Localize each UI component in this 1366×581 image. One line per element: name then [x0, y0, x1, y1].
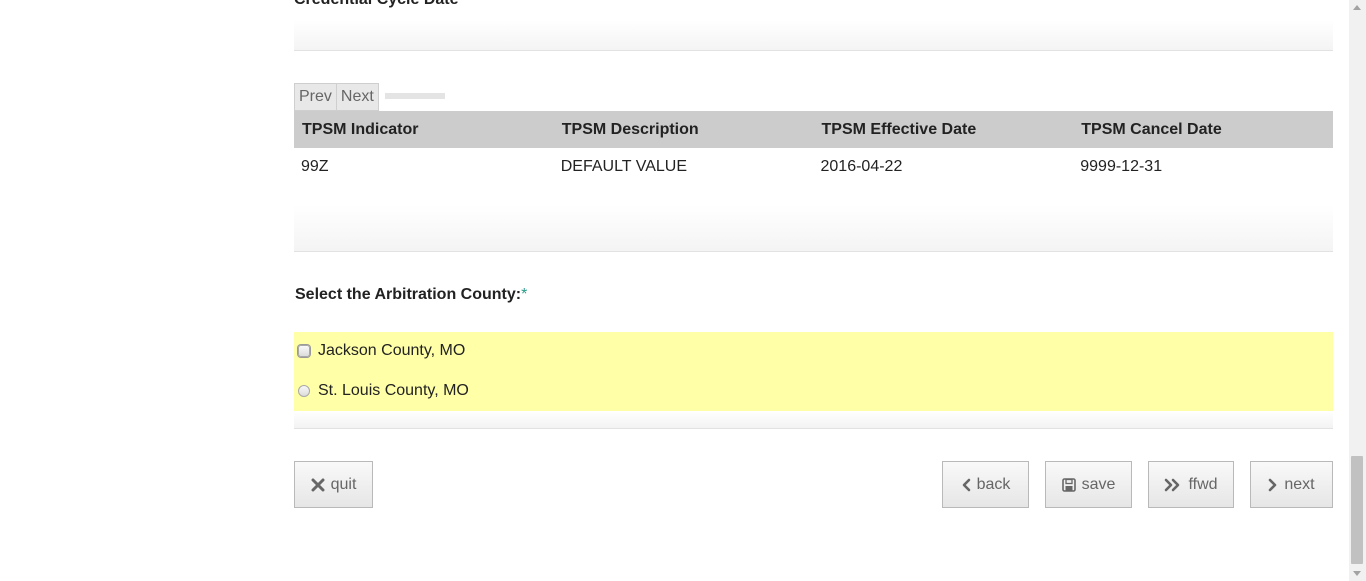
- ffwd-button[interactable]: ffwd: [1148, 461, 1234, 508]
- jackson-county-radio[interactable]: [298, 345, 310, 357]
- next-button-label: next: [1284, 475, 1315, 493]
- cell-tpsm-effective-date: 2016-04-22: [820, 158, 903, 175]
- arbitration-county-label-text: Select the Arbitration County:: [295, 286, 522, 303]
- save-button[interactable]: save: [1045, 461, 1132, 508]
- scrollbar-thumb[interactable]: [1351, 456, 1363, 564]
- next-button[interactable]: next: [1250, 461, 1333, 508]
- pager-scroll-track[interactable]: [384, 93, 445, 99]
- section-title-cut-off: Credential Cycle Date: [294, 0, 459, 9]
- page-scrollbar[interactable]: [1349, 0, 1366, 581]
- close-x-icon: [311, 478, 325, 492]
- main-content: Credential Cycle Date Prev Next TPSM Ind…: [294, 0, 1333, 581]
- floppy-disk-icon: [1061, 477, 1076, 492]
- back-button[interactable]: back: [942, 461, 1029, 508]
- jackson-county-label[interactable]: Jackson County, MO: [318, 342, 465, 360]
- table-header-row: TPSM Indicator TPSM Description TPSM Eff…: [294, 111, 1333, 148]
- table-row: 99Z DEFAULT VALUE 2016-04-22 9999-12-31: [294, 148, 1333, 186]
- required-asterisk: *: [521, 286, 528, 303]
- column-header-tpsm-description: TPSM Description: [553, 111, 814, 148]
- cell-tpsm-description: DEFAULT VALUE: [560, 158, 688, 175]
- tpsm-table: TPSM Indicator TPSM Description TPSM Eff…: [294, 111, 1333, 186]
- cell-tpsm-indicator: 99Z: [301, 158, 329, 175]
- column-header-tpsm-cancel-date: TPSM Cancel Date: [1073, 111, 1333, 148]
- st-louis-county-label[interactable]: St. Louis County, MO: [318, 382, 469, 400]
- scroll-up-arrow-icon[interactable]: [1353, 5, 1361, 10]
- double-chevron-right-icon: [1164, 478, 1182, 492]
- st-louis-county-radio[interactable]: [298, 385, 310, 397]
- table-panel-footer: [294, 205, 1333, 252]
- radio-option-jackson-county[interactable]: Jackson County, MO: [298, 341, 465, 361]
- arbitration-county-label: Select the Arbitration County:*: [295, 286, 527, 304]
- table-pager: Prev Next: [294, 83, 445, 111]
- prev-page-button[interactable]: Prev: [294, 83, 337, 111]
- save-button-label: save: [1081, 475, 1116, 493]
- column-header-tpsm-effective-date: TPSM Effective Date: [813, 111, 1074, 148]
- chevron-left-icon: [961, 478, 971, 492]
- next-page-button[interactable]: Next: [336, 83, 379, 111]
- section-divider: [294, 411, 1333, 429]
- scroll-down-arrow-icon[interactable]: [1353, 571, 1361, 576]
- quit-button[interactable]: quit: [294, 461, 373, 508]
- quit-button-label: quit: [330, 475, 357, 493]
- cell-tpsm-cancel-date: 9999-12-31: [1080, 158, 1163, 175]
- ffwd-button-label: ffwd: [1188, 475, 1218, 493]
- back-button-label: back: [976, 475, 1011, 493]
- column-header-tpsm-indicator: TPSM Indicator: [294, 111, 554, 148]
- radio-option-st-louis-county[interactable]: St. Louis County, MO: [298, 381, 469, 401]
- chevron-right-icon: [1268, 478, 1278, 492]
